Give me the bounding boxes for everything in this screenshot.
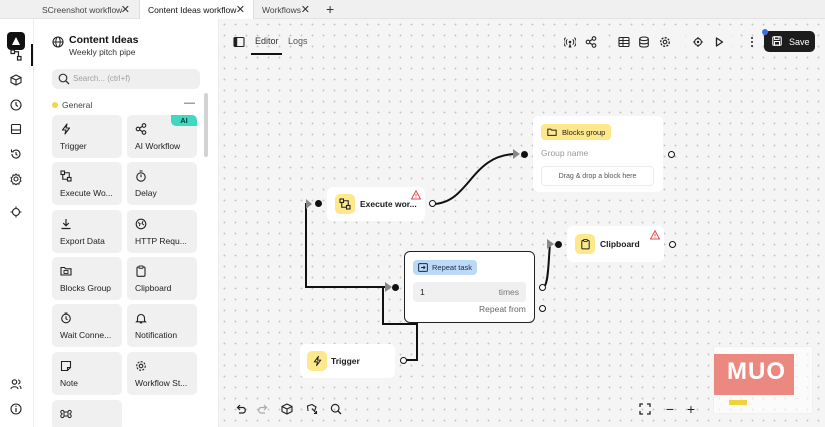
input-handle[interactable] bbox=[555, 241, 562, 248]
output-handle[interactable] bbox=[669, 241, 676, 248]
edge-repeat-to-clipboard bbox=[542, 243, 552, 288]
blocks-group-chip: Blocks group bbox=[541, 124, 612, 140]
lightning-icon bbox=[307, 351, 327, 371]
output-handle[interactable] bbox=[539, 284, 546, 291]
input-handle[interactable] bbox=[315, 200, 322, 207]
dropzone[interactable]: Drag & drop a block here bbox=[541, 166, 654, 186]
repeat-task-chip: Repeat task bbox=[413, 260, 478, 275]
warning-icon[interactable] bbox=[410, 189, 422, 200]
output-handle[interactable] bbox=[400, 357, 407, 364]
lasso-select-icon[interactable] bbox=[305, 402, 319, 416]
input-handle[interactable] bbox=[521, 151, 528, 158]
undo-icon[interactable] bbox=[234, 402, 248, 416]
output-handle[interactable] bbox=[668, 151, 675, 158]
node-label: Trigger bbox=[331, 356, 360, 366]
workflow-icon bbox=[335, 194, 355, 214]
repeat-task-label: Repeat task bbox=[432, 263, 473, 272]
folder-icon bbox=[547, 127, 557, 137]
arrow-head bbox=[306, 199, 312, 209]
blocks-group-label: Blocks group bbox=[562, 127, 606, 137]
input-handle[interactable] bbox=[392, 284, 399, 291]
package-icon[interactable] bbox=[280, 402, 294, 416]
clipboard-icon bbox=[575, 234, 595, 254]
search-icon[interactable] bbox=[329, 402, 343, 416]
arrow-head bbox=[513, 149, 520, 159]
fullscreen-icon[interactable] bbox=[638, 402, 652, 416]
edge-execute-to-group bbox=[431, 153, 518, 205]
repeat-from-label: Repeat from bbox=[479, 304, 526, 314]
node-label: Clipboard bbox=[600, 239, 640, 249]
repeat-from-handle[interactable] bbox=[539, 305, 546, 312]
node-label: Execute wor... bbox=[360, 199, 417, 209]
repeat-count-value: 1 bbox=[420, 287, 425, 297]
arrow-head bbox=[385, 282, 392, 292]
repeat-icon bbox=[418, 263, 428, 272]
output-handle[interactable] bbox=[429, 200, 436, 207]
repeat-count-unit: times bbox=[498, 287, 519, 297]
redo-icon[interactable] bbox=[256, 402, 270, 416]
zoom-in-icon[interactable]: + bbox=[684, 401, 698, 417]
warning-icon[interactable] bbox=[649, 229, 661, 240]
watermark-text: MUO bbox=[727, 358, 786, 385]
repeat-count-input[interactable]: 1 times bbox=[413, 282, 526, 302]
watermark-bar bbox=[729, 400, 747, 405]
group-name-input[interactable]: Group name bbox=[541, 148, 588, 158]
zoom-out-icon[interactable]: − bbox=[663, 401, 677, 417]
